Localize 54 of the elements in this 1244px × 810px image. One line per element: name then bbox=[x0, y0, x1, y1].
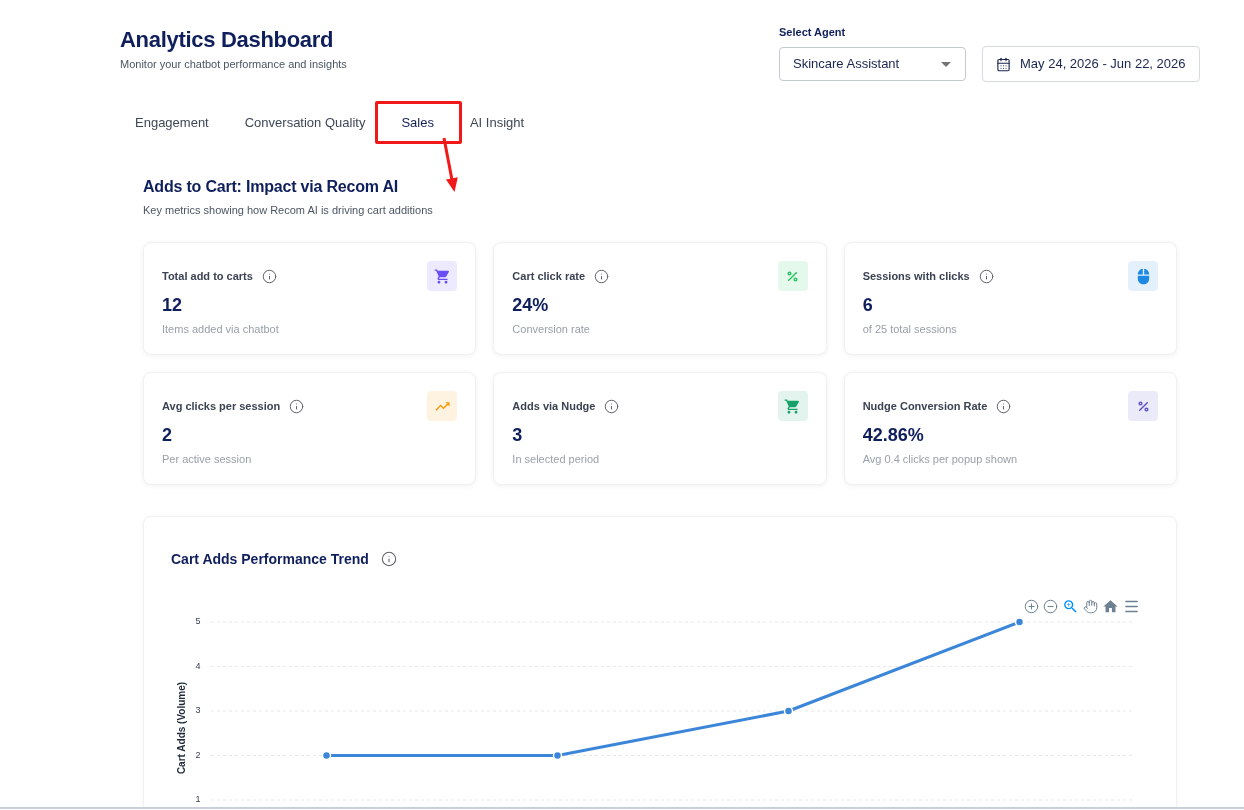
axis-tick-label: 5 bbox=[195, 616, 201, 627]
axis-tick-label: 1 bbox=[195, 794, 201, 805]
tab[interactable]: Sales bbox=[387, 101, 448, 144]
tab[interactable]: AI Insight bbox=[455, 101, 539, 144]
zoom-in-icon[interactable] bbox=[1024, 598, 1039, 614]
metric-value: 42.86% bbox=[862, 424, 925, 447]
hand-icon[interactable] bbox=[1083, 598, 1098, 614]
metric-label: Sessions with clicks bbox=[862, 269, 970, 284]
info-icon[interactable] bbox=[289, 398, 305, 414]
agent-select[interactable]: Skincare Assistant bbox=[779, 47, 966, 81]
metric-caption: Avg 0.4 clicks per popup shown bbox=[862, 452, 1019, 467]
data-point bbox=[552, 750, 563, 761]
metric-caption: Conversion rate bbox=[512, 322, 591, 337]
info-icon[interactable] bbox=[261, 268, 277, 284]
tab[interactable]: Conversation Quality bbox=[230, 101, 380, 144]
metric-label: Nudge Conversion Rate bbox=[862, 399, 988, 414]
axis-tick-label: 2 bbox=[195, 749, 201, 760]
axis-title: Cart Adds (Volume) bbox=[175, 681, 187, 775]
metric-label: Adds via Nudge bbox=[512, 399, 596, 414]
caret-icon bbox=[941, 61, 951, 67]
section-subtitle: Key metrics showing how Recom AI is driving cart additions bbox=[143, 203, 434, 218]
home-icon[interactable] bbox=[1102, 597, 1119, 615]
data-point bbox=[321, 750, 332, 761]
info-icon[interactable] bbox=[604, 398, 620, 414]
metric-caption: Items added via chatbot bbox=[162, 322, 280, 337]
tab[interactable]: Engagement bbox=[121, 101, 223, 144]
metric-value: 12 bbox=[162, 294, 184, 317]
section-title: Adds to Cart: Impact via Recom AI bbox=[143, 177, 400, 197]
magnifier-icon[interactable] bbox=[1062, 597, 1079, 615]
calendar-icon bbox=[996, 56, 1011, 72]
metric-value: 24% bbox=[512, 294, 550, 317]
chart-title: Cart Adds Performance Trend bbox=[171, 550, 369, 569]
info-icon[interactable] bbox=[996, 398, 1012, 414]
date-range-button[interactable]: May 24, 2026 - Jun 22, 2026 bbox=[982, 46, 1200, 82]
axis-tick-label: 4 bbox=[195, 660, 201, 671]
axis-tick-label: 3 bbox=[195, 705, 201, 716]
metric-caption: Per active session bbox=[162, 452, 253, 467]
page-title: Analytics Dashboard bbox=[120, 26, 335, 54]
metric-caption: In selected period bbox=[512, 452, 601, 467]
info-icon[interactable] bbox=[594, 268, 610, 284]
field-label: Select Agent bbox=[779, 25, 847, 40]
data-point bbox=[783, 706, 794, 716]
metric-value: 2 bbox=[162, 424, 173, 447]
info-icon[interactable] bbox=[978, 268, 994, 284]
data-point bbox=[1014, 617, 1025, 627]
info-icon[interactable] bbox=[380, 551, 397, 567]
metric-label: Cart click rate bbox=[512, 269, 586, 284]
zoom-out-icon[interactable] bbox=[1043, 598, 1058, 614]
metric-label: Avg clicks per session bbox=[162, 399, 281, 414]
metric-caption: of 25 total sessions bbox=[862, 322, 958, 337]
metric-value: 3 bbox=[512, 424, 524, 447]
page-subtitle: Monitor your chatbot performance and insights bbox=[120, 57, 347, 72]
metric-label: Total add to carts bbox=[162, 269, 253, 284]
metric-value: 6 bbox=[862, 294, 874, 317]
